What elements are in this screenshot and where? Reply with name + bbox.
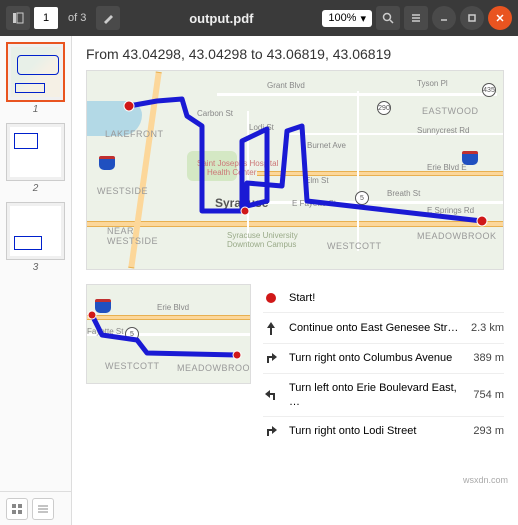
close-button[interactable] xyxy=(488,6,512,30)
direction-step: Continue onto East Genesee Str… 2.3 km xyxy=(263,313,504,344)
step-distance: 754 m xyxy=(473,389,504,401)
thumb-label-1: 1 xyxy=(6,102,65,117)
titlebar: of 3 output.pdf 100% ▾ xyxy=(0,0,518,36)
page-number-input[interactable] xyxy=(34,7,58,29)
route-overlay xyxy=(87,71,503,269)
step-text: Turn right onto Lodi Street xyxy=(289,424,463,438)
thumbnail-page-1[interactable]: 1 xyxy=(6,42,65,117)
outline-view-button[interactable] xyxy=(32,498,54,520)
direction-step: Turn left onto Erie Boulevard East, … 75… xyxy=(263,374,504,418)
minimize-button[interactable] xyxy=(432,6,456,30)
step-distance: 2.3 km xyxy=(471,322,504,334)
step-distance: 389 m xyxy=(473,352,504,364)
thumbnail-sidebar: 1 2 3 xyxy=(0,36,72,491)
detail-map: 5 Erie Blvd Fayette St WESTCOTT MEADOWBR… xyxy=(86,284,251,384)
document-viewport[interactable]: From 43.04298, 43.04298 to 43.06819, 43.… xyxy=(72,36,518,491)
thumbnail-page-3[interactable]: 3 xyxy=(6,202,65,275)
direction-start: Start! xyxy=(263,284,504,313)
zoom-select[interactable]: 100% ▾ xyxy=(322,10,372,27)
chevron-down-icon: ▾ xyxy=(360,12,366,25)
watermark: wsxdn.com xyxy=(463,475,508,485)
window-title: output.pdf xyxy=(124,11,318,26)
directions-list: Start! Continue onto East Genesee Str… 2… xyxy=(263,284,504,445)
zoom-value: 100% xyxy=(328,12,356,24)
step-text: Turn right onto Columbus Avenue xyxy=(289,351,463,365)
maximize-button[interactable] xyxy=(460,6,484,30)
main-map: Grant Blvd Tyson Pl Carbon St LAKEFRONT … xyxy=(86,70,504,270)
thumb-label-2: 2 xyxy=(6,181,65,196)
sidebar-bottom-toolbar xyxy=(0,491,72,525)
page-total-label: of 3 xyxy=(62,12,92,24)
annotate-button[interactable] xyxy=(96,6,120,30)
arrow-up-icon xyxy=(263,320,279,336)
thumb-label-3: 3 xyxy=(6,260,65,275)
direction-step: Turn right onto Lodi Street 293 m xyxy=(263,417,504,445)
lower-section: 5 Erie Blvd Fayette St WESTCOTT MEADOWBR… xyxy=(86,284,504,445)
menu-button[interactable] xyxy=(404,6,428,30)
start-marker-icon xyxy=(266,293,276,303)
start-label: Start! xyxy=(289,291,494,305)
arrow-left-icon xyxy=(263,388,279,402)
thumbnails-view-button[interactable] xyxy=(6,498,28,520)
sidebar-toggle-button[interactable] xyxy=(6,6,30,30)
step-text: Continue onto East Genesee Str… xyxy=(289,321,461,335)
search-button[interactable] xyxy=(376,6,400,30)
arrow-right-icon xyxy=(263,351,279,365)
step-text: Turn left onto Erie Boulevard East, … xyxy=(289,381,463,410)
main-area: 1 2 3 From 43.04298, 43.04298 to 43.0681… xyxy=(0,36,518,491)
step-distance: 293 m xyxy=(473,425,504,437)
thumbnail-page-2[interactable]: 2 xyxy=(6,123,65,196)
direction-step: Turn right onto Columbus Avenue 389 m xyxy=(263,344,504,373)
route-title: From 43.04298, 43.04298 to 43.06819, 43.… xyxy=(86,46,504,62)
arrow-right-icon xyxy=(263,424,279,438)
